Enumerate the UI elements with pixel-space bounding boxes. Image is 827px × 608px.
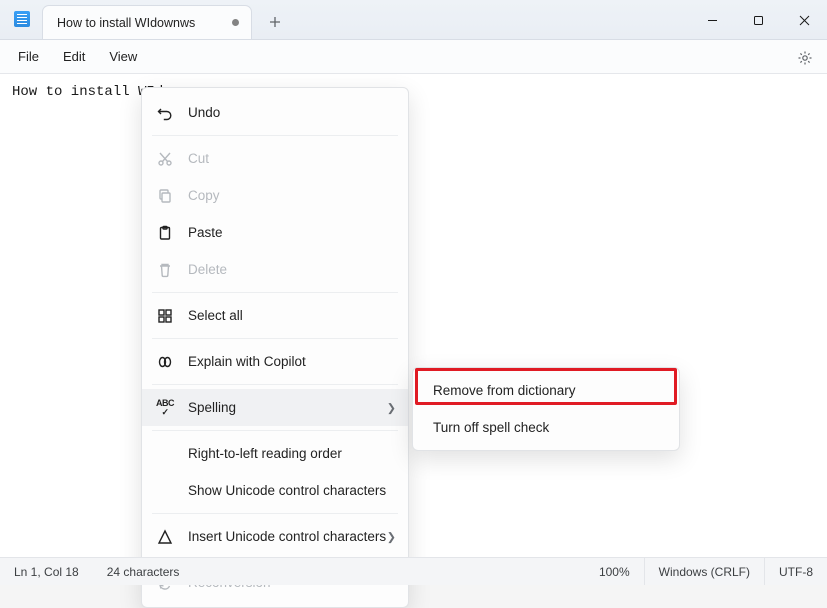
status-line-ending[interactable]: Windows (CRLF) [645, 558, 765, 585]
separator [152, 135, 398, 136]
ctx-cut-label: Cut [188, 151, 209, 166]
maximize-button[interactable] [735, 0, 781, 40]
editor-content[interactable]: How to install WId [0, 74, 827, 557]
minimize-button[interactable] [689, 0, 735, 40]
ctx-rtl-label: Right-to-left reading order [188, 446, 342, 461]
blank-icon [156, 445, 174, 463]
ctx-paste[interactable]: Paste [142, 214, 408, 251]
status-chars[interactable]: 24 characters [93, 558, 194, 585]
status-position[interactable]: Ln 1, Col 18 [0, 558, 93, 585]
submenu-remove-dictionary[interactable]: Remove from dictionary [413, 372, 679, 409]
paste-icon [156, 224, 174, 242]
titlebar: How to install WIdownws [0, 0, 827, 40]
ctx-rtl-reading[interactable]: Right-to-left reading order [142, 435, 408, 472]
context-menu: Undo Cut Copy Paste Delete Select all [141, 87, 409, 608]
ctx-cut: Cut [142, 140, 408, 177]
delete-icon [156, 261, 174, 279]
spelling-icon: ABC✓ [156, 399, 174, 417]
undo-icon [156, 104, 174, 122]
settings-button[interactable] [793, 46, 817, 70]
ctx-copilot-label: Explain with Copilot [188, 354, 306, 369]
remove-dictionary-label: Remove from dictionary [433, 383, 576, 398]
turn-off-spellcheck-label: Turn off spell check [433, 420, 549, 435]
copilot-icon [156, 353, 174, 371]
select-all-icon [156, 307, 174, 325]
chevron-right-icon: ❯ [387, 401, 396, 414]
separator [152, 513, 398, 514]
notepad-app-icon [14, 11, 30, 27]
ctx-explain-copilot[interactable]: Explain with Copilot [142, 343, 408, 380]
ctx-paste-label: Paste [188, 225, 223, 240]
blank-icon [156, 482, 174, 500]
separator [152, 338, 398, 339]
close-button[interactable] [781, 0, 827, 40]
ctx-show-unicode[interactable]: Show Unicode control characters [142, 472, 408, 509]
ctx-undo[interactable]: Undo [142, 94, 408, 131]
status-zoom[interactable]: 100% [585, 558, 645, 585]
window-controls [689, 0, 827, 40]
ctx-select-all[interactable]: Select all [142, 297, 408, 334]
separator [152, 292, 398, 293]
separator [152, 430, 398, 431]
document-tab[interactable]: How to install WIdownws [42, 5, 252, 39]
tab-title: How to install WIdownws [57, 16, 222, 30]
ctx-copy: Copy [142, 177, 408, 214]
menu-edit[interactable]: Edit [51, 43, 97, 70]
ctx-copy-label: Copy [188, 188, 220, 203]
menubar: File Edit View [0, 40, 827, 74]
ctx-undo-label: Undo [188, 105, 220, 120]
ctx-spelling[interactable]: ABC✓ Spelling ❯ [142, 389, 408, 426]
insert-unicode-icon [156, 528, 174, 546]
statusbar: Ln 1, Col 18 24 characters 100% Windows … [0, 557, 827, 585]
chevron-right-icon: ❯ [387, 530, 396, 543]
cut-icon [156, 150, 174, 168]
ctx-insert-unicode-label: Insert Unicode control characters [188, 529, 386, 544]
ctx-delete-label: Delete [188, 262, 227, 277]
spelling-submenu: Remove from dictionary Turn off spell ch… [412, 367, 680, 451]
ctx-delete: Delete [142, 251, 408, 288]
ctx-spelling-label: Spelling [188, 400, 236, 415]
copy-icon [156, 187, 174, 205]
menu-file[interactable]: File [6, 43, 51, 70]
unsaved-indicator-icon [232, 19, 239, 26]
ctx-select-all-label: Select all [188, 308, 243, 323]
ctx-show-unicode-label: Show Unicode control characters [188, 483, 386, 498]
menu-view[interactable]: View [97, 43, 149, 70]
ctx-insert-unicode[interactable]: Insert Unicode control characters ❯ [142, 518, 408, 555]
separator [152, 384, 398, 385]
submenu-turn-off-spellcheck[interactable]: Turn off spell check [413, 409, 679, 446]
new-tab-button[interactable] [260, 7, 290, 37]
status-encoding[interactable]: UTF-8 [765, 558, 827, 585]
